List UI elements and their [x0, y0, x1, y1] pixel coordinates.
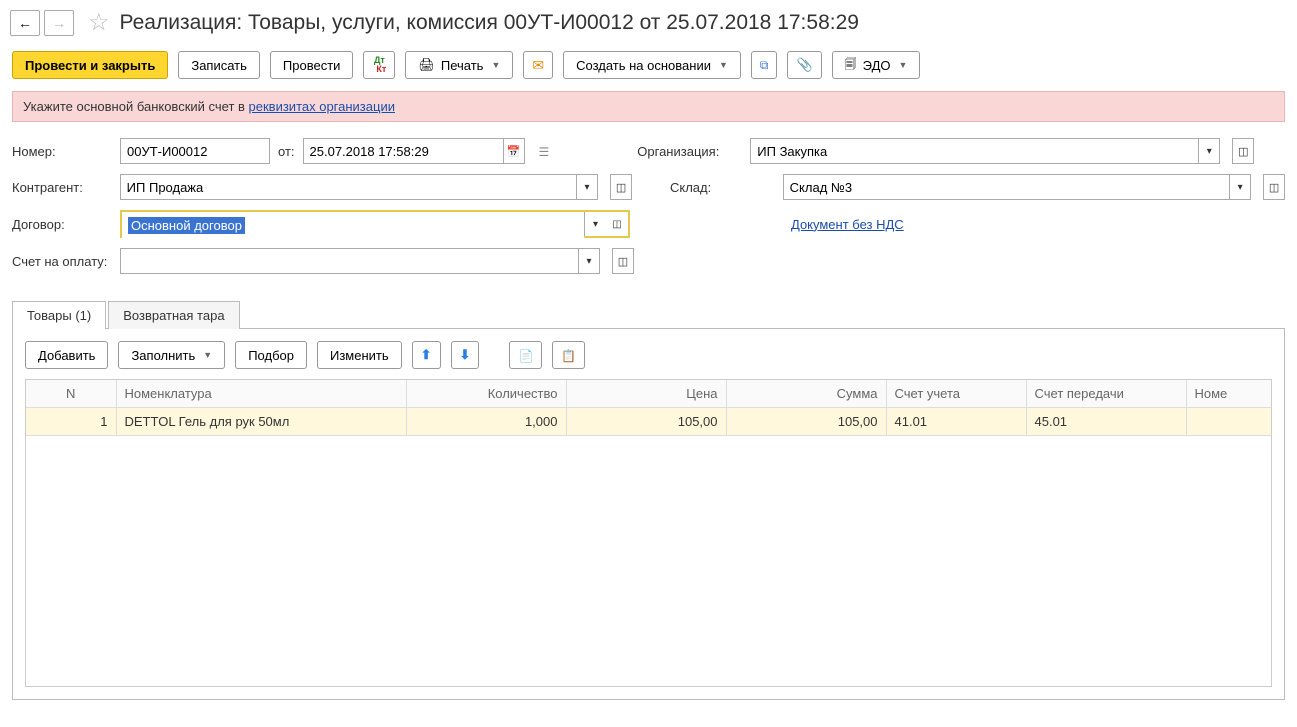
- grid-empty-area: [26, 436, 1271, 686]
- table-row[interactable]: 1 DETTOL Гель для рук 50мл 1,000 105,00 …: [26, 408, 1272, 436]
- post-button[interactable]: Провести: [270, 51, 354, 79]
- change-button[interactable]: Изменить: [317, 341, 402, 369]
- paste-icon: [561, 348, 576, 363]
- org-dropdown-button[interactable]: ▾: [1198, 138, 1220, 164]
- envelope-icon: [532, 57, 544, 74]
- dogovor-dropdown-button[interactable]: ▾: [584, 212, 606, 236]
- org-requisites-link[interactable]: реквизитах организации: [249, 99, 395, 114]
- tab-returnable[interactable]: Возвратная тара: [108, 301, 239, 329]
- invoice-open-button[interactable]: ◫: [612, 248, 634, 274]
- contragent-label: Контрагент:: [12, 180, 112, 195]
- dogovor-value: Основной договор: [128, 217, 245, 234]
- chevron-down-icon: ▼: [898, 60, 907, 70]
- dogovor-label: Договор:: [12, 217, 112, 232]
- calendar-button[interactable]: [503, 138, 525, 164]
- col-acct[interactable]: Счет учета: [886, 380, 1026, 408]
- arrow-down-icon: ⬇: [460, 347, 471, 363]
- col-n[interactable]: N: [26, 380, 116, 408]
- favorite-icon[interactable]: ☆: [88, 8, 110, 37]
- goods-table: N Номенклатура Количество Цена Сумма Сче…: [25, 379, 1272, 687]
- invoice-dropdown-button[interactable]: ▾: [578, 248, 600, 274]
- select-button[interactable]: Подбор: [235, 341, 307, 369]
- dogovor-input-wrap[interactable]: Основной договор ▾ ◫: [120, 210, 630, 238]
- move-up-button[interactable]: ⬆: [412, 341, 441, 369]
- warehouse-input[interactable]: [783, 174, 1229, 200]
- chevron-down-icon: ▼: [719, 60, 728, 70]
- page-title: Реализация: Товары, услуги, комиссия 00У…: [120, 11, 859, 35]
- email-button[interactable]: [523, 51, 553, 79]
- org-open-button[interactable]: ◫: [1232, 138, 1254, 164]
- warehouse-label: Склад:: [670, 180, 775, 195]
- save-button[interactable]: Записать: [178, 51, 260, 79]
- dtkt-button[interactable]: ДтКт: [363, 51, 395, 79]
- contragent-open-button[interactable]: ◫: [610, 174, 632, 200]
- post-and-close-button[interactable]: Провести и закрыть: [12, 51, 168, 79]
- printer-icon: [418, 57, 435, 73]
- list-icon[interactable]: [539, 144, 550, 159]
- move-down-button[interactable]: ⬇: [451, 341, 480, 369]
- arrow-up-icon: ⬆: [421, 347, 432, 363]
- paste-button[interactable]: [552, 341, 585, 369]
- from-label: от:: [278, 144, 295, 159]
- number-label: Номер:: [12, 144, 112, 159]
- org-input[interactable]: [750, 138, 1198, 164]
- org-label: Организация:: [637, 144, 742, 159]
- invoice-label: Счет на оплату:: [12, 254, 112, 269]
- create-based-button[interactable]: Создать на основании ▼: [563, 51, 741, 79]
- edo-icon: [845, 55, 857, 76]
- chevron-down-icon: ▼: [491, 60, 500, 70]
- contragent-input[interactable]: [120, 174, 576, 200]
- warning-banner: Укажите основной банковский счет в рекви…: [12, 91, 1285, 122]
- col-sum[interactable]: Сумма: [726, 380, 886, 408]
- paperclip-icon: [796, 57, 812, 73]
- structure-button[interactable]: [751, 51, 778, 79]
- attachments-button[interactable]: [787, 51, 821, 79]
- col-price[interactable]: Цена: [566, 380, 726, 408]
- dtkt-icon: ДтКт: [372, 56, 386, 74]
- print-button[interactable]: Печать ▼: [405, 51, 513, 79]
- fill-button[interactable]: Заполнить ▼: [118, 341, 225, 369]
- tab-goods[interactable]: Товары (1): [12, 301, 106, 329]
- warehouse-dropdown-button[interactable]: ▾: [1229, 174, 1251, 200]
- edo-button[interactable]: ЭДО ▼: [832, 51, 921, 79]
- contragent-dropdown-button[interactable]: ▾: [576, 174, 598, 200]
- warehouse-open-button[interactable]: ◫: [1263, 174, 1285, 200]
- col-nomen[interactable]: Номенклатура: [116, 380, 406, 408]
- tabs: Товары (1) Возвратная тара: [12, 300, 1285, 329]
- main-toolbar: Провести и закрыть Записать Провести ДтК…: [0, 41, 1297, 91]
- col-extra[interactable]: Номе: [1186, 380, 1272, 408]
- calendar-icon: [507, 145, 521, 158]
- add-row-button[interactable]: Добавить: [25, 341, 108, 369]
- copy-button[interactable]: [509, 341, 542, 369]
- number-input[interactable]: [120, 138, 270, 164]
- date-input[interactable]: [303, 138, 503, 164]
- dogovor-open-button[interactable]: ◫: [606, 212, 628, 236]
- nds-link[interactable]: Документ без НДС: [791, 217, 904, 232]
- forward-button[interactable]: →: [44, 10, 74, 36]
- structure-icon: [760, 57, 769, 73]
- invoice-input[interactable]: [120, 248, 578, 274]
- back-button[interactable]: ←: [10, 10, 40, 36]
- col-qty[interactable]: Количество: [406, 380, 566, 408]
- copy-icon: [518, 348, 533, 363]
- col-acct2[interactable]: Счет передачи: [1026, 380, 1186, 408]
- chevron-down-icon: ▼: [203, 350, 212, 360]
